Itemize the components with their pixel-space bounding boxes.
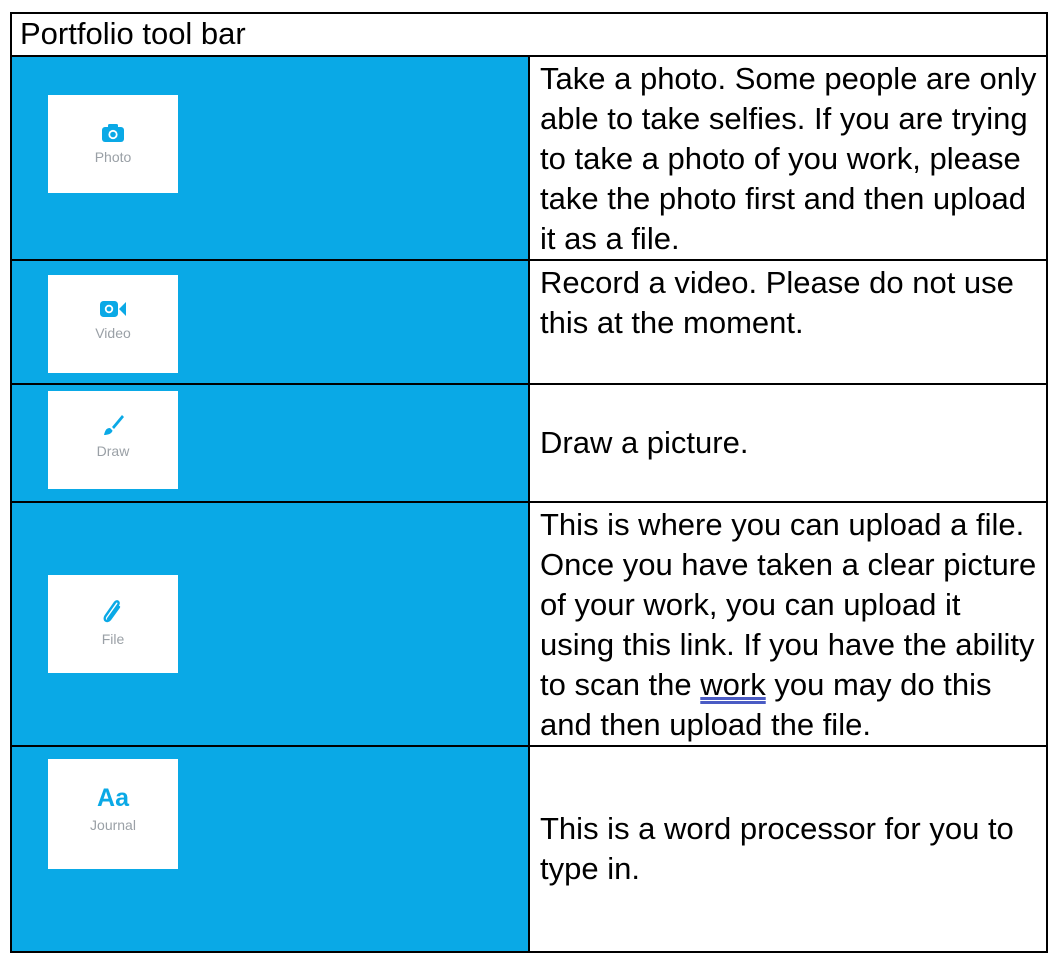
journal-icon-cell: Aa Journal — [10, 745, 530, 953]
journal-description: This is a word processor for you to type… — [528, 745, 1048, 953]
video-icon-cell: Video — [10, 259, 530, 385]
file-text-underlined: work — [700, 667, 766, 702]
photo-tool-label: Photo — [94, 149, 132, 165]
draw-description: Draw a picture. — [528, 383, 1048, 503]
video-tool-label: Video — [95, 325, 131, 341]
text-aa-icon: Aa — [97, 784, 129, 812]
draw-tool-label: Draw — [96, 443, 130, 459]
draw-tool-button[interactable]: Draw — [48, 391, 178, 489]
table-title: Portfolio tool bar — [10, 12, 1048, 57]
portfolio-toolbar-table: Portfolio tool bar Photo Take a photo. S… — [10, 12, 1048, 953]
paperclip-icon — [103, 600, 121, 623]
draw-icon-cell: Draw — [10, 383, 530, 503]
photo-description: Take a photo. Some people are only able … — [528, 55, 1048, 261]
photo-tool-button[interactable]: Photo — [48, 95, 178, 193]
journal-tool-label: Journal — [90, 817, 136, 833]
video-tool-button[interactable]: Video — [48, 275, 178, 373]
file-description: This is where you can upload a file. Onc… — [528, 501, 1048, 747]
video-camera-icon — [100, 301, 126, 317]
file-icon-cell: File — [10, 501, 530, 747]
file-tool-button[interactable]: File — [48, 575, 178, 673]
photo-icon-cell: Photo — [10, 55, 530, 261]
video-description: Record a video. Please do not use this a… — [528, 259, 1048, 385]
paintbrush-icon — [104, 415, 124, 435]
journal-tool-button[interactable]: Aa Journal — [48, 759, 178, 869]
file-tool-label: File — [101, 631, 125, 647]
camera-icon — [102, 124, 124, 142]
